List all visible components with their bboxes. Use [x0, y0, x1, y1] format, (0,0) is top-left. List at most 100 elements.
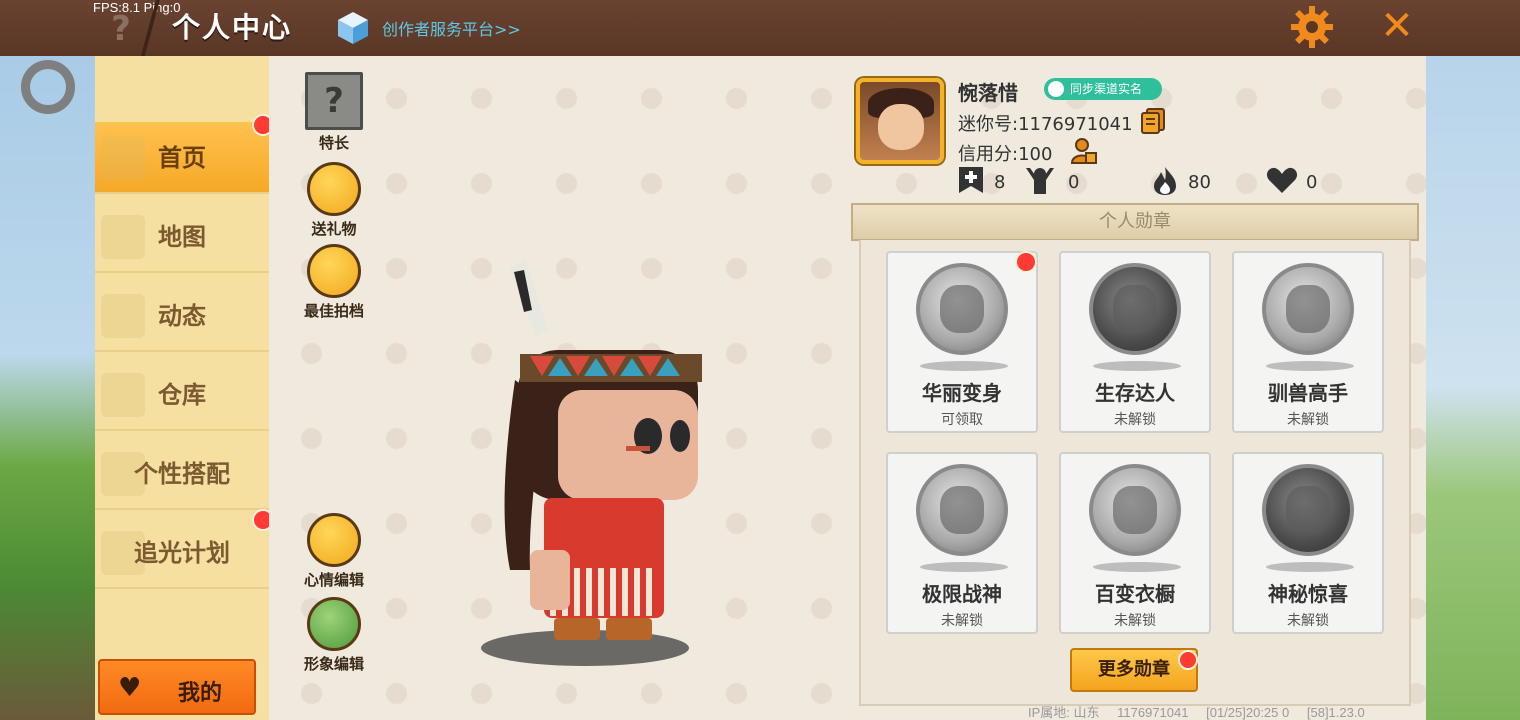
medal-card[interactable]: 生存达人 未解锁: [1059, 251, 1211, 433]
medal-card[interactable]: 驯兽高手 未解锁: [1232, 251, 1384, 433]
medal-name: 百变衣橱: [1095, 582, 1175, 606]
sidebar-item-label: 个性搭配: [134, 460, 230, 488]
tamer-medal-icon: [1262, 263, 1354, 355]
medal-name: 驯兽高手: [1268, 381, 1348, 405]
sidebar: 首页 地图 动态 仓库 个性搭配 追光计划: [95, 56, 269, 720]
sync-realname-badge[interactable]: 同步渠道实名: [1044, 78, 1162, 100]
avatar-edit-button[interactable]: 形象编辑: [296, 597, 372, 674]
medal-name: 神秘惊喜: [1268, 582, 1348, 606]
close-icon[interactable]: ✕: [1374, 4, 1420, 50]
medal-card[interactable]: 华丽变身 可领取: [886, 251, 1038, 433]
edit-icon: [307, 513, 361, 567]
best-partner-button[interactable]: 最佳拍档: [296, 244, 372, 321]
medal-emblem: [940, 486, 984, 534]
credit-info-icon[interactable]: [1070, 137, 1098, 165]
sidebar-item-label: 追光计划: [134, 539, 230, 567]
sidebar-item-outfit[interactable]: 个性搭配: [95, 438, 269, 510]
heart-icon: ♥: [118, 673, 142, 703]
home-icon: [101, 136, 145, 180]
specialty-button[interactable]: ? 特长: [296, 72, 372, 153]
medal-shadow: [920, 562, 1008, 572]
medal-shadow: [920, 361, 1008, 371]
page-title: 个人中心: [172, 11, 293, 44]
top-bar: FPS:8.1 Ping:0 ? 个人中心 创作者服务平台>> ✕: [0, 0, 1520, 56]
handshake-icon: [307, 244, 361, 298]
boss-medal-icon: [916, 464, 1008, 556]
ip-location: IP属地: 山东: [1028, 705, 1100, 720]
title-divider: [140, 0, 160, 56]
medal-name: 华丽变身: [922, 381, 1002, 405]
sync-realname-label: 同步渠道实名: [1070, 82, 1143, 96]
footer-version: [58]1.23.0: [1306, 705, 1365, 720]
wardrobe-medal-icon: [1089, 464, 1181, 556]
medal-name: 生存达人: [1095, 381, 1175, 405]
question-icon: ?: [305, 72, 363, 130]
sidebar-item-label: 地图: [158, 223, 206, 251]
credit-score: 信用分:100: [958, 144, 1053, 165]
copy-icon[interactable]: [1140, 108, 1166, 134]
footer-uid: 1176971041: [1117, 705, 1189, 720]
background-scenery-left: [0, 56, 96, 720]
medal-status: 可领取: [941, 412, 983, 428]
avatar[interactable]: [856, 78, 944, 164]
fans-count: 0: [1068, 172, 1080, 193]
medals-header: 个人勋章: [851, 203, 1419, 241]
sidebar-item-label: 仓库: [158, 381, 206, 409]
fire-icon: [1154, 167, 1176, 195]
medal-shadow: [1093, 562, 1181, 572]
medal-emblem: [1113, 486, 1157, 534]
medal-card[interactable]: 神秘惊喜 未解锁: [1232, 452, 1384, 634]
sidebar-item-map[interactable]: 地图: [95, 201, 269, 273]
help-icon[interactable]: ?: [100, 8, 142, 50]
avatar-edit-label: 形象编辑: [303, 655, 364, 673]
bell-icon: [101, 294, 145, 338]
specialty-label: 特长: [318, 134, 349, 152]
medal-card[interactable]: 极限战神 未解锁: [886, 452, 1038, 634]
creator-platform-link[interactable]: 创作者服务平台>>: [382, 16, 521, 40]
friends-count: 8: [994, 172, 1006, 193]
background-scenery-right: [1426, 56, 1520, 720]
best-partner-label: 最佳拍档: [303, 302, 364, 320]
medal-status: 未解锁: [1287, 412, 1329, 428]
gift-box-medal-icon: [1262, 464, 1354, 556]
mine-button[interactable]: ♥ 我的: [98, 659, 256, 715]
mood-edit-label: 心情编辑: [303, 571, 364, 589]
sidebar-item-chase-light[interactable]: 追光计划: [95, 517, 269, 589]
popularity-count: 80: [1188, 172, 1211, 193]
likes-count: 0: [1306, 172, 1318, 193]
sidebar-item-warehouse[interactable]: 仓库: [95, 359, 269, 431]
floating-menu-button[interactable]: [21, 60, 75, 114]
sidebar-item-label: 动态: [158, 302, 206, 330]
footer-time: [01/25]20:25 0: [1206, 705, 1290, 720]
notification-dot: [1015, 251, 1037, 273]
clothes-icon: [307, 597, 361, 651]
medal-shadow: [1266, 562, 1354, 572]
mini-id: 迷你号:1176971041: [958, 114, 1133, 135]
footer-info: IP属地: 山东 1176971041 [01/25]20:25 0 [58]1…: [1028, 702, 1379, 720]
gift-icon: [307, 162, 361, 216]
send-gift-label: 送礼物: [311, 220, 357, 238]
warehouse-icon: [101, 373, 145, 417]
medal-status: 未解锁: [1287, 613, 1329, 629]
player-character[interactable]: [470, 250, 710, 670]
player-name: 惋落惜: [958, 81, 1018, 105]
medal-emblem: [940, 285, 984, 333]
heart-icon: [1266, 167, 1298, 193]
gear-icon[interactable]: [1289, 4, 1335, 50]
medal-emblem: [1113, 285, 1157, 333]
medal-emblem: [1286, 486, 1330, 534]
fans-icon: [1026, 168, 1054, 194]
sidebar-item-feed[interactable]: 动态: [95, 280, 269, 352]
map-icon: [101, 215, 145, 259]
avatar-face: [878, 104, 924, 150]
transform-medal-icon: [916, 263, 1008, 355]
send-gift-button[interactable]: 送礼物: [296, 162, 372, 239]
sidebar-item-label: 首页: [158, 144, 206, 172]
medal-name: 极限战神: [922, 582, 1002, 606]
medal-emblem: [1286, 285, 1330, 333]
user-icon: [1048, 81, 1064, 97]
medal-card[interactable]: 百变衣橱 未解锁: [1059, 452, 1211, 634]
sidebar-item-home[interactable]: 首页: [95, 122, 269, 194]
mood-edit-button[interactable]: 心情编辑: [296, 513, 372, 590]
creator-platform-icon[interactable]: [336, 10, 370, 46]
